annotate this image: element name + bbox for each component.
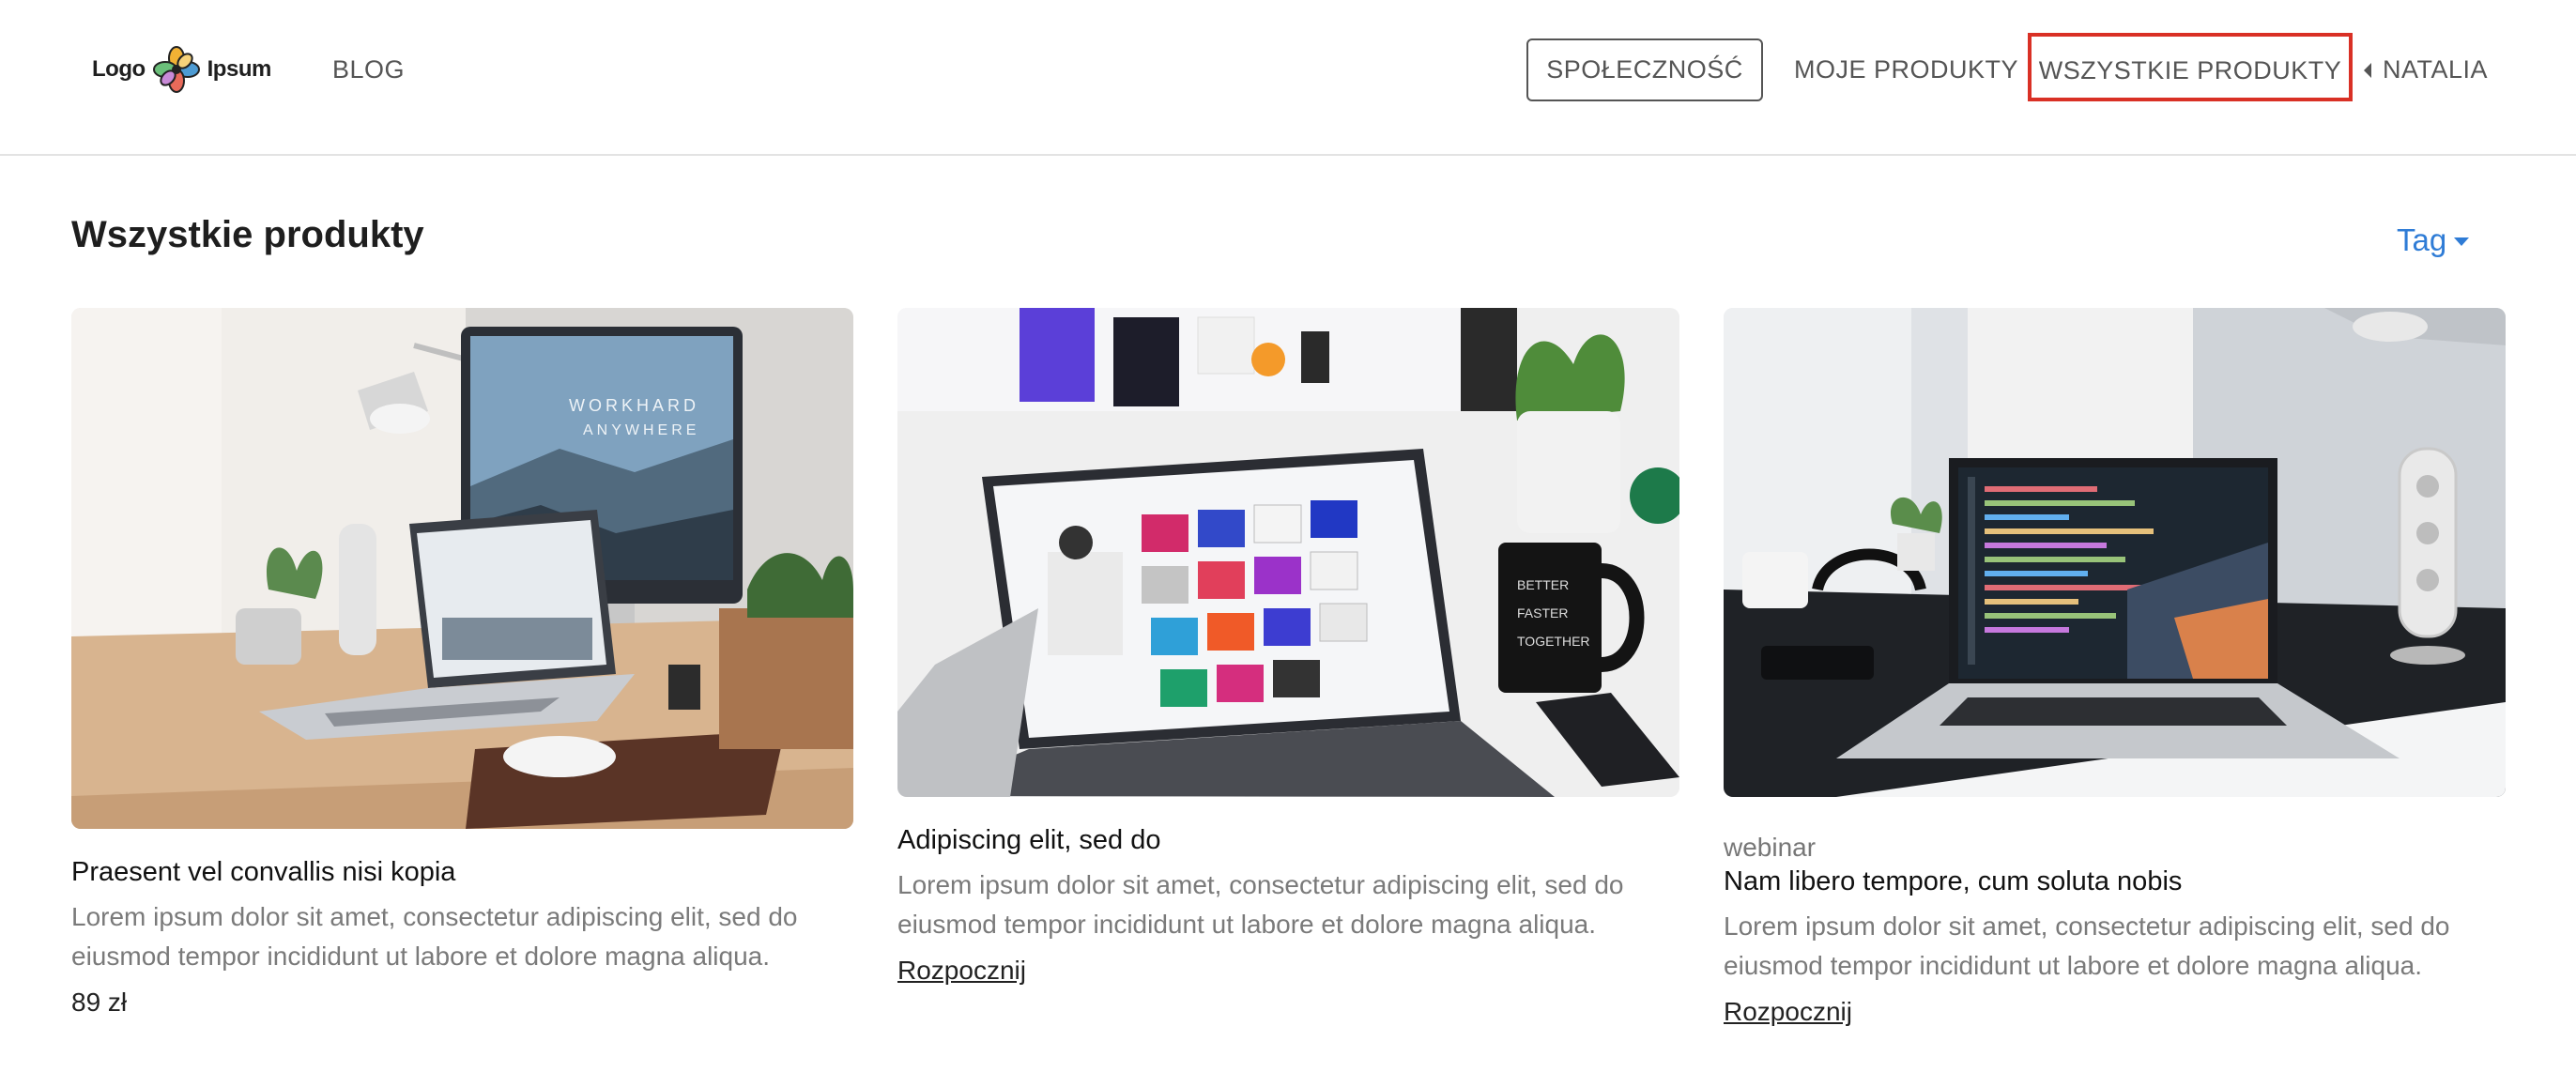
caret-left-icon <box>2364 62 2371 78</box>
community-button[interactable]: SPOŁECZNOŚĆ <box>1526 38 1763 101</box>
tag-filter-label: Tag <box>2397 222 2447 257</box>
svg-text:WORKHARD: WORKHARD <box>569 396 699 415</box>
product-image[interactable]: BETTER FASTER TOGETHER <box>897 308 1679 797</box>
product-description: Lorem ipsum dolor sit amet, consectetur … <box>71 902 798 971</box>
nav-all-products-link[interactable]: WSZYSTKIE PRODUKTY <box>2028 33 2353 101</box>
start-link[interactable]: Rozpocznij <box>897 956 1026 986</box>
svg-text:BETTER: BETTER <box>1517 577 1569 592</box>
page-title: Wszystkie produkty <box>71 214 424 255</box>
tag-filter-dropdown[interactable]: Tag <box>2397 218 2470 263</box>
flower-logo-icon <box>151 44 202 95</box>
product-card[interactable]: BETTER FASTER TOGETHER Adipiscing elit, … <box>897 308 1679 986</box>
logo[interactable]: Logo Ipsum <box>92 43 271 96</box>
product-image[interactable] <box>1724 308 2506 797</box>
product-category: webinar <box>1724 833 1817 862</box>
product-card[interactable]: WORKHARD ANYWHERE Praesent vel convallis… <box>71 308 853 1018</box>
logo-text-left: Logo <box>92 56 146 82</box>
svg-text:TOGETHER: TOGETHER <box>1517 634 1590 649</box>
logo-text-right: Ipsum <box>207 56 272 82</box>
product-title[interactable]: Nam libero tempore, cum soluta nobis <box>1724 866 2506 897</box>
caret-down-icon <box>2454 237 2470 246</box>
product-description: Lorem ipsum dolor sit amet, consectetur … <box>897 870 1624 939</box>
svg-text:FASTER: FASTER <box>1517 605 1568 620</box>
svg-text:ANYWHERE: ANYWHERE <box>583 422 699 438</box>
product-price: 89 zł <box>71 988 128 1017</box>
start-link[interactable]: Rozpocznij <box>1724 997 1852 1027</box>
product-title[interactable]: Praesent vel convallis nisi kopia <box>71 857 853 888</box>
user-menu[interactable]: NATALIA <box>2364 38 2514 101</box>
product-title[interactable]: Adipiscing elit, sed do <box>897 825 1679 856</box>
top-navbar: Logo Ipsum BLOG SPOŁECZNOŚĆ MOJE PRODUKT… <box>0 0 2576 156</box>
user-name: NATALIA <box>2383 55 2489 84</box>
product-description: Lorem ipsum dolor sit amet, consectetur … <box>1724 911 2450 980</box>
nav-blog-link[interactable]: BLOG <box>332 49 405 90</box>
product-image[interactable]: WORKHARD ANYWHERE <box>71 308 853 829</box>
product-card[interactable]: webinar Nam libero tempore, cum soluta n… <box>1724 308 2506 1027</box>
